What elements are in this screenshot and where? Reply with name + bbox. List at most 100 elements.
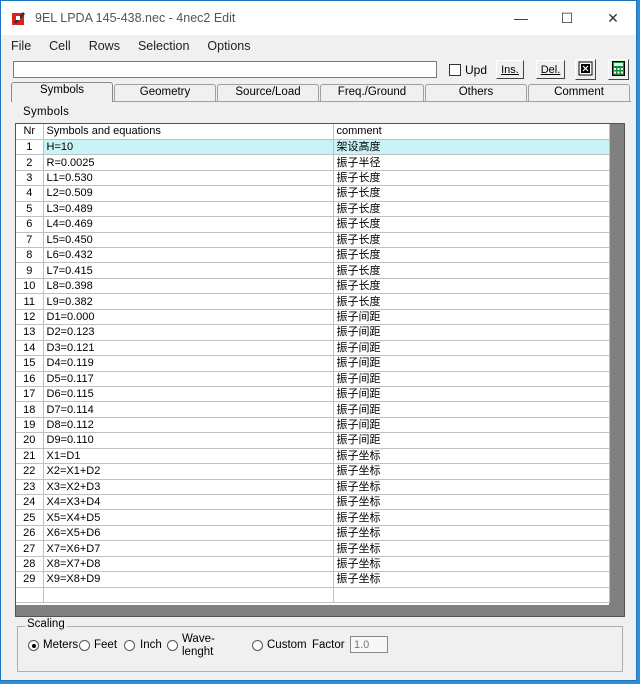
table-row[interactable]: 27 X7=X6+D7 振子坐标 — [16, 540, 610, 557]
equation-cell[interactable]: X3=X2+D3 — [43, 479, 334, 496]
comment-cell[interactable]: 振子坐标 — [333, 525, 610, 542]
equation-cell[interactable]: D3=0.121 — [43, 340, 334, 357]
comment-cell[interactable]: 振子间距 — [333, 371, 610, 387]
geometry-view-button[interactable] — [575, 59, 596, 80]
row-number-cell[interactable]: 25 — [16, 509, 44, 526]
table-row[interactable]: 26 X6=X5+D6 振子坐标 — [16, 525, 610, 542]
row-number-cell[interactable]: 24 — [16, 494, 44, 511]
comment-cell[interactable]: 振子间距 — [333, 324, 610, 341]
equation-cell[interactable]: D4=0.119 — [43, 355, 334, 372]
table-row[interactable]: 2 R=0.0025 振子半径 — [16, 154, 610, 171]
table-row[interactable]: 8 L6=0.432 振子长度 — [16, 247, 610, 264]
comment-cell[interactable]: 振子长度 — [333, 185, 610, 202]
row-number-cell[interactable]: 22 — [16, 463, 44, 480]
equation-cell[interactable]: L2=0.509 — [43, 185, 334, 202]
comment-cell[interactable]: 振子间距 — [333, 355, 610, 372]
equation-cell[interactable]: X6=X5+D6 — [43, 525, 334, 542]
row-number-cell[interactable]: 11 — [16, 293, 44, 310]
comment-cell[interactable]: 振子半径 — [333, 154, 610, 171]
row-number-cell[interactable]: 16 — [16, 371, 44, 387]
table-row[interactable]: 14 D3=0.121 振子间距 — [16, 340, 610, 357]
comment-cell[interactable]: 振子间距 — [333, 417, 610, 434]
radio-custom[interactable] — [252, 640, 263, 651]
equation-cell[interactable]: D1=0.000 — [43, 309, 334, 326]
tab-others[interactable]: Others — [425, 84, 527, 101]
equation-cell[interactable]: R=0.0025 — [43, 154, 334, 171]
table-row[interactable]: 1 H=10 架设高度 — [16, 139, 610, 156]
row-number-cell[interactable] — [16, 587, 44, 604]
table-row[interactable]: 20 D9=0.110 振子间距 — [16, 432, 610, 449]
tab-symbols[interactable]: Symbols — [11, 82, 113, 102]
row-number-cell[interactable]: 12 — [16, 309, 44, 326]
table-row[interactable]: 28 X8=X7+D8 振子坐标 — [16, 556, 610, 573]
row-number-cell[interactable]: 13 — [16, 324, 44, 341]
comment-cell[interactable]: 振子坐标 — [333, 509, 610, 526]
equation-cell[interactable]: X1=D1 — [43, 448, 334, 465]
tab-comment[interactable]: Comment — [528, 84, 630, 101]
equation-cell[interactable] — [43, 587, 334, 604]
equation-cell[interactable]: D6=0.115 — [43, 386, 334, 403]
equation-cell[interactable]: X4=X3+D4 — [43, 494, 334, 511]
equation-cell[interactable]: X2=X1+D2 — [43, 463, 334, 480]
row-number-cell[interactable]: 19 — [16, 417, 44, 434]
maximize-button[interactable]: ☐ — [544, 1, 590, 35]
row-number-cell[interactable]: 10 — [16, 278, 44, 295]
row-number-cell[interactable]: 4 — [16, 185, 44, 202]
upd-checkbox[interactable] — [449, 64, 461, 76]
equation-cell[interactable]: H=10 — [43, 139, 334, 156]
equation-cell[interactable]: L6=0.432 — [43, 247, 334, 264]
menu-file[interactable]: File — [9, 39, 33, 53]
table-row[interactable]: 6 L4=0.469 振子长度 — [16, 216, 610, 233]
delete-row-button[interactable]: Del. — [536, 60, 565, 79]
factor-input[interactable] — [350, 636, 388, 653]
table-row[interactable]: 25 X5=X4+D5 振子坐标 — [16, 509, 610, 526]
comment-cell[interactable]: 振子坐标 — [333, 448, 610, 465]
menu-selection[interactable]: Selection — [136, 39, 191, 53]
equation-cell[interactable]: X5=X4+D5 — [43, 509, 334, 526]
comment-cell[interactable]: 振子长度 — [333, 293, 610, 310]
row-number-cell[interactable]: 23 — [16, 479, 44, 496]
close-button[interactable]: ✕ — [590, 1, 636, 35]
comment-cell[interactable]: 振子长度 — [333, 232, 610, 249]
row-number-cell[interactable]: 26 — [16, 525, 44, 542]
equation-cell[interactable]: L5=0.450 — [43, 232, 334, 249]
equation-cell[interactable]: L9=0.382 — [43, 293, 334, 310]
equation-cell[interactable]: L1=0.530 — [43, 170, 334, 187]
comment-cell[interactable]: 振子坐标 — [333, 479, 610, 496]
table-row[interactable]: 17 D6=0.115 振子间距 — [16, 386, 610, 403]
row-number-cell[interactable]: 8 — [16, 247, 44, 264]
row-number-cell[interactable]: 14 — [16, 340, 44, 357]
row-number-cell[interactable]: 17 — [16, 386, 44, 403]
comment-cell[interactable]: 振子坐标 — [333, 494, 610, 511]
table-row[interactable]: 13 D2=0.123 振子间距 — [16, 324, 610, 341]
menu-rows[interactable]: Rows — [87, 39, 122, 53]
table-row[interactable]: 19 D8=0.112 振子间距 — [16, 417, 610, 434]
row-number-cell[interactable]: 2 — [16, 154, 44, 171]
comment-cell[interactable]: 架设高度 — [333, 139, 610, 156]
row-number-cell[interactable]: 7 — [16, 232, 44, 249]
equation-cell[interactable]: X8=X7+D8 — [43, 556, 334, 573]
row-number-cell[interactable]: 18 — [16, 401, 44, 418]
radio-feet[interactable] — [79, 640, 90, 651]
menu-options[interactable]: Options — [205, 39, 252, 53]
equation-cell[interactable]: D9=0.110 — [43, 432, 334, 449]
equation-cell[interactable]: X7=X6+D7 — [43, 540, 334, 557]
comment-cell[interactable]: 振子长度 — [333, 278, 610, 295]
row-number-cell[interactable]: 5 — [16, 201, 44, 218]
table-row[interactable]: 15 D4=0.119 振子间距 — [16, 355, 610, 372]
comment-cell[interactable]: 振子间距 — [333, 432, 610, 449]
equation-cell[interactable]: L8=0.398 — [43, 278, 334, 295]
equation-cell[interactable]: L7=0.415 — [43, 262, 334, 279]
comment-cell[interactable]: 振子间距 — [333, 340, 610, 357]
comment-cell[interactable]: 振子长度 — [333, 247, 610, 264]
comment-cell[interactable]: 振子坐标 — [333, 571, 610, 588]
table-row[interactable]: 21 X1=D1 振子坐标 — [16, 448, 610, 465]
comment-cell[interactable]: 振子间距 — [333, 401, 610, 418]
comment-cell[interactable]: 振子间距 — [333, 386, 610, 403]
comment-cell[interactable]: 振子坐标 — [333, 540, 610, 557]
equation-input[interactable] — [13, 61, 437, 78]
table-row[interactable]: 18 D7=0.114 振子间距 — [16, 401, 610, 418]
tab-source-load[interactable]: Source/Load — [217, 84, 319, 101]
row-number-cell[interactable]: 15 — [16, 355, 44, 372]
row-number-cell[interactable]: 27 — [16, 540, 44, 557]
